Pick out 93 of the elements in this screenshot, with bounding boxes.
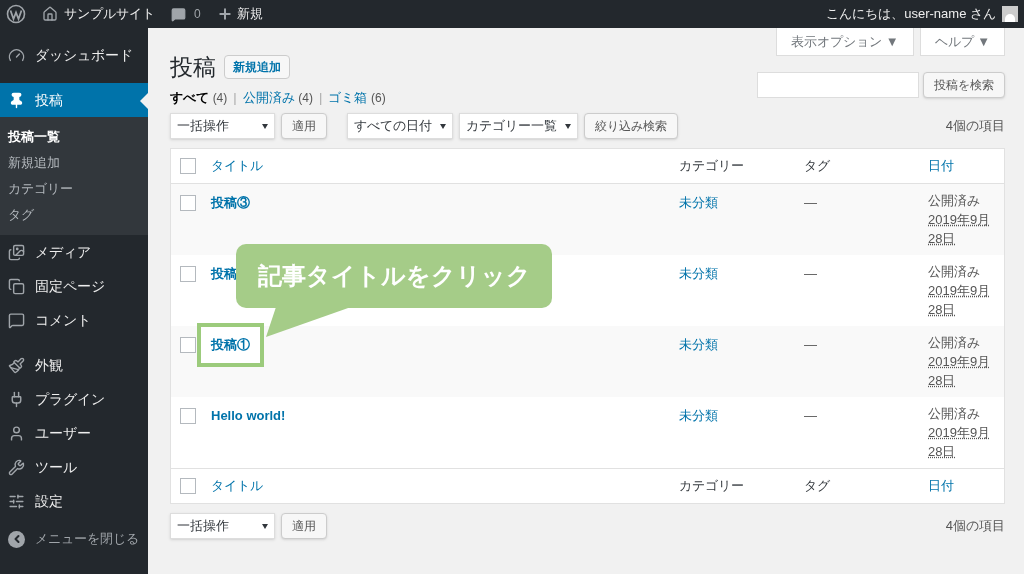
apply-button[interactable]: 適用 [281, 513, 327, 539]
tag-cell: — [804, 337, 817, 352]
filter-link[interactable]: 公開済み (4) [242, 87, 313, 107]
menu-item[interactable]: メディア [0, 235, 148, 269]
post-date: 2019年9月28日 [928, 353, 992, 390]
menu-item[interactable]: 固定ページ [0, 269, 148, 303]
category-link[interactable]: 未分類 [679, 266, 718, 281]
post-title-link[interactable]: 投稿③ [211, 193, 250, 213]
apply-button[interactable]: 適用 [281, 113, 327, 139]
paintbrush-icon [8, 356, 25, 374]
current-arrow-icon [140, 93, 148, 109]
category-link[interactable]: 未分類 [679, 408, 718, 423]
menu-item[interactable]: 外観 [0, 348, 148, 382]
menu-item[interactable]: プラグイン [0, 382, 148, 416]
screen-tab[interactable]: 表示オプション ▼ [776, 28, 914, 56]
submenu-item[interactable]: 投稿一覧 [0, 124, 148, 150]
submenu-item[interactable]: 新規追加 [0, 150, 148, 176]
filter-link[interactable]: すべて (4) [170, 87, 228, 107]
logo-icon[interactable] [6, 4, 26, 24]
comment-icon[interactable] [171, 6, 186, 22]
post-status: 公開済み [928, 334, 981, 352]
menu-item[interactable]: 設定 [0, 484, 148, 518]
filter-button[interactable]: 絞り込み検索 [584, 113, 678, 139]
collapse-icon [8, 530, 25, 548]
search-button[interactable]: 投稿を検索 [923, 72, 1005, 99]
menu-item[interactable]: ダッシュボード [0, 38, 148, 72]
bulk-action-select[interactable]: 一括操作 [170, 513, 275, 539]
column-header[interactable]: タイトル [211, 156, 679, 176]
wrench-icon [8, 458, 25, 476]
menu-item[interactable]: 投稿 [0, 83, 148, 117]
pages-icon [8, 277, 25, 295]
item-count: 4個の項目 [945, 117, 1005, 136]
tag-cell: — [804, 266, 817, 281]
category-select[interactable]: カテゴリー一覧 [459, 113, 578, 139]
separator-text: | [319, 88, 323, 107]
column-header: タグ [804, 157, 831, 176]
separator-text: | [233, 88, 237, 107]
site-name-link[interactable]: サンプルサイト [64, 4, 155, 24]
post-date: 2019年9月28日 [928, 282, 992, 319]
date-select[interactable]: すべての日付 [347, 113, 453, 139]
pin-icon [8, 91, 25, 109]
post-status: 公開済み [928, 405, 981, 423]
new-link[interactable]: 新規 [236, 4, 263, 24]
column-header[interactable]: タイトル [211, 476, 679, 496]
post-title-link[interactable]: 投稿 [211, 264, 237, 284]
submenu-item[interactable]: カテゴリー [0, 176, 148, 202]
checkbox[interactable] [180, 158, 196, 174]
greeting-link[interactable]: こんにちは、user-name さん [826, 4, 996, 24]
column-header[interactable]: 日付 [928, 476, 1004, 496]
category-link[interactable]: 未分類 [679, 195, 718, 210]
collapse-menu-button[interactable]: メニューを閉じる [0, 522, 148, 556]
checkbox[interactable] [180, 266, 196, 282]
checkbox[interactable] [180, 195, 196, 211]
checkbox[interactable] [180, 478, 196, 494]
column-header[interactable]: 日付 [928, 156, 1004, 176]
dropdown-arrow-icon [262, 523, 268, 529]
post-date: 2019年9月28日 [928, 211, 992, 248]
search-field[interactable] [757, 72, 919, 99]
avatar-icon[interactable] [1002, 6, 1018, 22]
dropdown-arrow-icon [440, 123, 446, 129]
column-header: カテゴリー [679, 477, 745, 496]
category-link[interactable]: 未分類 [679, 337, 718, 352]
add-new-button[interactable]: 新規追加 [224, 55, 290, 80]
screen-tab[interactable]: ヘルプ ▼ [919, 28, 1005, 56]
checkbox[interactable] [180, 408, 196, 424]
post-date: 2019年9月28日 [928, 424, 992, 461]
menu-item[interactable]: コメント [0, 303, 148, 337]
checkbox[interactable] [180, 337, 196, 353]
post-status: 公開済み [928, 263, 981, 281]
plus-icon[interactable] [216, 6, 233, 22]
dropdown-arrow-icon [262, 123, 268, 129]
column-header: タグ [804, 477, 831, 496]
tag-cell: — [804, 195, 817, 210]
item-count: 4個の項目 [945, 517, 1005, 536]
comment-count[interactable]: 0 [194, 5, 201, 23]
images-icon [8, 243, 25, 261]
menu-item[interactable]: ユーザー [0, 416, 148, 450]
post-title-link[interactable]: Hello world! [211, 406, 286, 426]
menu-item[interactable]: ツール [0, 450, 148, 484]
post-title-link[interactable]: 投稿① [197, 323, 264, 367]
speech-bubble-icon [8, 311, 25, 329]
gauge-icon [8, 46, 25, 64]
post-status: 公開済み [928, 192, 981, 210]
user-icon [8, 424, 25, 442]
sliders-icon [8, 492, 25, 510]
tag-cell: — [804, 408, 817, 423]
column-header: カテゴリー [679, 157, 745, 176]
dropdown-arrow-icon [565, 123, 571, 129]
filter-link[interactable]: ゴミ箱 (6) [328, 87, 386, 107]
home-icon[interactable] [42, 6, 58, 22]
submenu-item[interactable]: タグ [0, 202, 148, 228]
bulk-action-select[interactable]: 一括操作 [170, 113, 275, 139]
page-title: 投稿 [170, 53, 216, 82]
